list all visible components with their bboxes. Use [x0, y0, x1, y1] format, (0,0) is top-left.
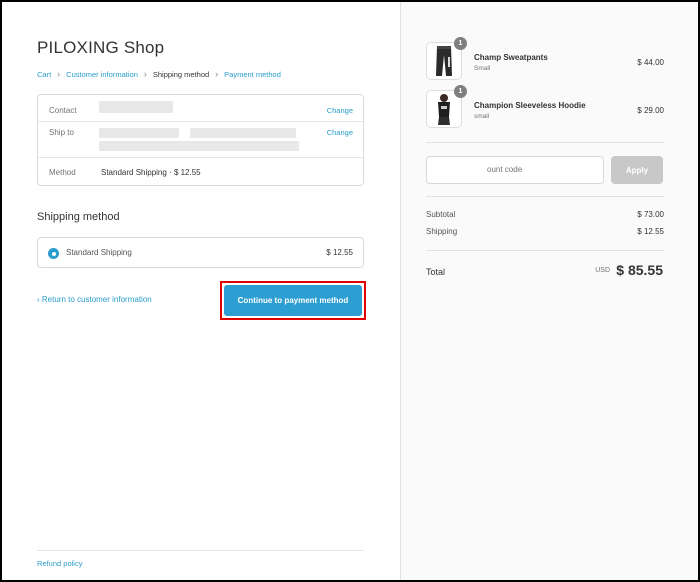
line-item: 1 Champ Sweatpants Small $ 44.00 [426, 37, 664, 82]
radio-selected-icon[interactable] [48, 248, 59, 259]
item-price: $ 29.00 [637, 106, 664, 115]
discount-code-input[interactable]: ount code 할인코드 [426, 156, 604, 184]
shipping-option-name: Standard Shipping [66, 248, 132, 257]
continue-to-payment-button[interactable]: Continue to payment method [224, 285, 362, 316]
total-value: $ 85.55 [616, 262, 663, 278]
summary-divider [426, 250, 664, 251]
subtotal-value: $ 73.00 [637, 210, 664, 219]
quantity-badge: 1 [454, 37, 467, 50]
contact-change-link[interactable]: Change [327, 106, 353, 115]
order-summary: 1 Champ Sweatpants Small $ 44.00 1 Champ… [400, 2, 698, 580]
apply-discount-button[interactable]: Apply [611, 156, 663, 184]
chevron-right-icon: › [143, 69, 147, 79]
shipping-option[interactable]: Standard Shipping $ 12.55 [37, 237, 364, 268]
ship-to-label: Ship to [49, 128, 74, 137]
checkout-main: PILOXING Shop Cart › Customer informatio… [2, 2, 400, 580]
ship-to-change-link[interactable]: Change [327, 128, 353, 137]
shipping-option-price: $ 12.55 [326, 248, 353, 257]
shipping-value: $ 12.55 [637, 227, 664, 236]
breadcrumb: Cart › Customer information › Shipping m… [37, 69, 281, 79]
shop-title: PILOXING Shop [37, 38, 165, 57]
shipping-method-title: Shipping method [37, 211, 120, 223]
line-item: 1 Champion Sleeveless Hoodie small $ 29.… [426, 85, 664, 130]
footer-divider [37, 550, 364, 551]
review-info-box: Contact Change Ship to Change Method Sta… [37, 94, 364, 186]
summary-divider [426, 196, 664, 197]
discount-overlay-label: 할인코드 [431, 163, 480, 180]
contact-label: Contact [49, 105, 77, 115]
breadcrumb-shipping-method: Shipping method [152, 69, 210, 79]
breadcrumb-payment-method[interactable]: Payment method [224, 70, 281, 79]
total-currency: USD [595, 267, 610, 274]
product-thumbnail: 1 [426, 37, 467, 80]
return-link-label: Return to customer information [41, 295, 152, 304]
item-name: Champion Sleeveless Hoodie [474, 101, 586, 110]
item-variant: small [474, 113, 490, 120]
breadcrumb-customer-information[interactable]: Customer information [66, 70, 138, 79]
address-redacted [99, 128, 179, 138]
refund-policy-link[interactable]: Refund policy [37, 559, 82, 568]
ship-to-row: Ship to Change [38, 121, 363, 157]
item-variant: Small [474, 65, 491, 72]
shipping-row: Shipping $ 12.55 [426, 227, 664, 236]
chevron-right-icon: › [215, 69, 219, 79]
product-thumbnail: 1 [426, 85, 467, 128]
highlight-box: Continue to payment method [220, 281, 366, 320]
address-redacted [99, 141, 299, 151]
subtotal-row: Subtotal $ 73.00 [426, 210, 664, 219]
item-name: Champ Sweatpants [474, 53, 548, 62]
method-value: Standard Shipping · $ 12.55 [101, 168, 201, 177]
total-label: Total [426, 267, 446, 277]
quantity-badge: 1 [454, 85, 467, 98]
summary-divider [426, 142, 664, 143]
method-row: Method Standard Shipping · $ 12.55 [38, 157, 363, 187]
chevron-right-icon: › [57, 69, 61, 79]
address-redacted [190, 128, 296, 138]
discount-placeholder: ount code [487, 165, 523, 174]
contact-value-redacted [99, 101, 173, 113]
method-label: Method [49, 168, 76, 177]
breadcrumb-cart[interactable]: Cart [37, 70, 51, 79]
shipping-label: Shipping [426, 227, 458, 236]
subtotal-label: Subtotal [426, 210, 456, 219]
item-price: $ 44.00 [637, 58, 664, 67]
return-to-customer-info-link[interactable]: ‹ Return to customer information [37, 295, 152, 304]
